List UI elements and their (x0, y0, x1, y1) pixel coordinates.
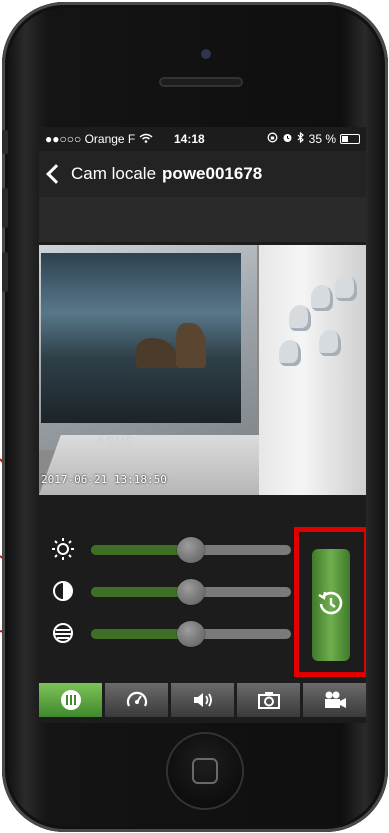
status-bar: ●●○○○ Orange F 14:18 35 % (39, 127, 366, 151)
back-button[interactable]: Cam locale (39, 164, 156, 184)
speedometer-icon (126, 691, 147, 707)
history-icon (318, 591, 343, 615)
chevron-left-icon (46, 164, 66, 184)
speaker-icon (193, 693, 212, 707)
carrier-label: ●●○○○ Orange F (45, 132, 136, 146)
tab-audio[interactable] (171, 683, 234, 717)
navigation-bar: Cam locale powe001678 (39, 151, 366, 197)
home-button[interactable] (168, 734, 242, 808)
alarm-icon (282, 132, 293, 146)
contrast-thumb[interactable] (177, 579, 205, 605)
contrast-fill (91, 587, 191, 597)
tab-adjust[interactable] (39, 683, 102, 717)
video-camera-icon (324, 691, 346, 708)
brightness-slider[interactable] (39, 537, 299, 563)
saturation-icon (51, 621, 75, 645)
contrast-icon (51, 579, 75, 603)
video-monitor (39, 245, 257, 450)
back-label: Cam locale (71, 164, 157, 183)
video-wall (259, 245, 366, 495)
battery-percent: 35 % (308, 132, 336, 146)
tab-record[interactable] (303, 683, 366, 717)
brightness-fill (91, 545, 191, 555)
camera-icon (257, 692, 280, 709)
app-screen: ●●○○○ Orange F 14:18 35 % Cam locale pow… (39, 127, 366, 723)
saturation-thumb[interactable] (177, 621, 205, 647)
rotation-lock-icon (267, 132, 278, 146)
video-timestamp: 2017-06-21 13:18:50 (41, 473, 167, 486)
video-brand-text: ASUS (95, 433, 134, 449)
camera-video-feed[interactable]: ASUS 2017-06-21 13:18:50 (39, 245, 366, 495)
tab-snapshot[interactable] (237, 683, 300, 717)
saturation-fill (91, 629, 191, 639)
history-playback-button[interactable] (312, 549, 350, 661)
front-camera (201, 49, 211, 59)
tab-speed[interactable] (105, 683, 168, 717)
bluetooth-icon (297, 131, 305, 146)
video-display (41, 253, 241, 423)
saturation-slider[interactable] (39, 621, 299, 647)
brightness-icon (51, 537, 75, 561)
earpiece-speaker (159, 77, 243, 87)
toolbar-spacer (39, 197, 366, 242)
volume-down-button (2, 252, 8, 292)
volume-up-button (2, 188, 8, 228)
bottom-tab-bar (39, 683, 366, 717)
brightness-thumb[interactable] (177, 537, 205, 563)
status-time: 14:18 (174, 132, 205, 146)
mute-switch (2, 130, 8, 154)
battery-icon (340, 134, 360, 144)
wifi-icon (139, 132, 153, 146)
grid-dots-icon (60, 690, 81, 710)
camera-title: powe001678 (162, 164, 263, 183)
contrast-slider[interactable] (39, 579, 299, 605)
